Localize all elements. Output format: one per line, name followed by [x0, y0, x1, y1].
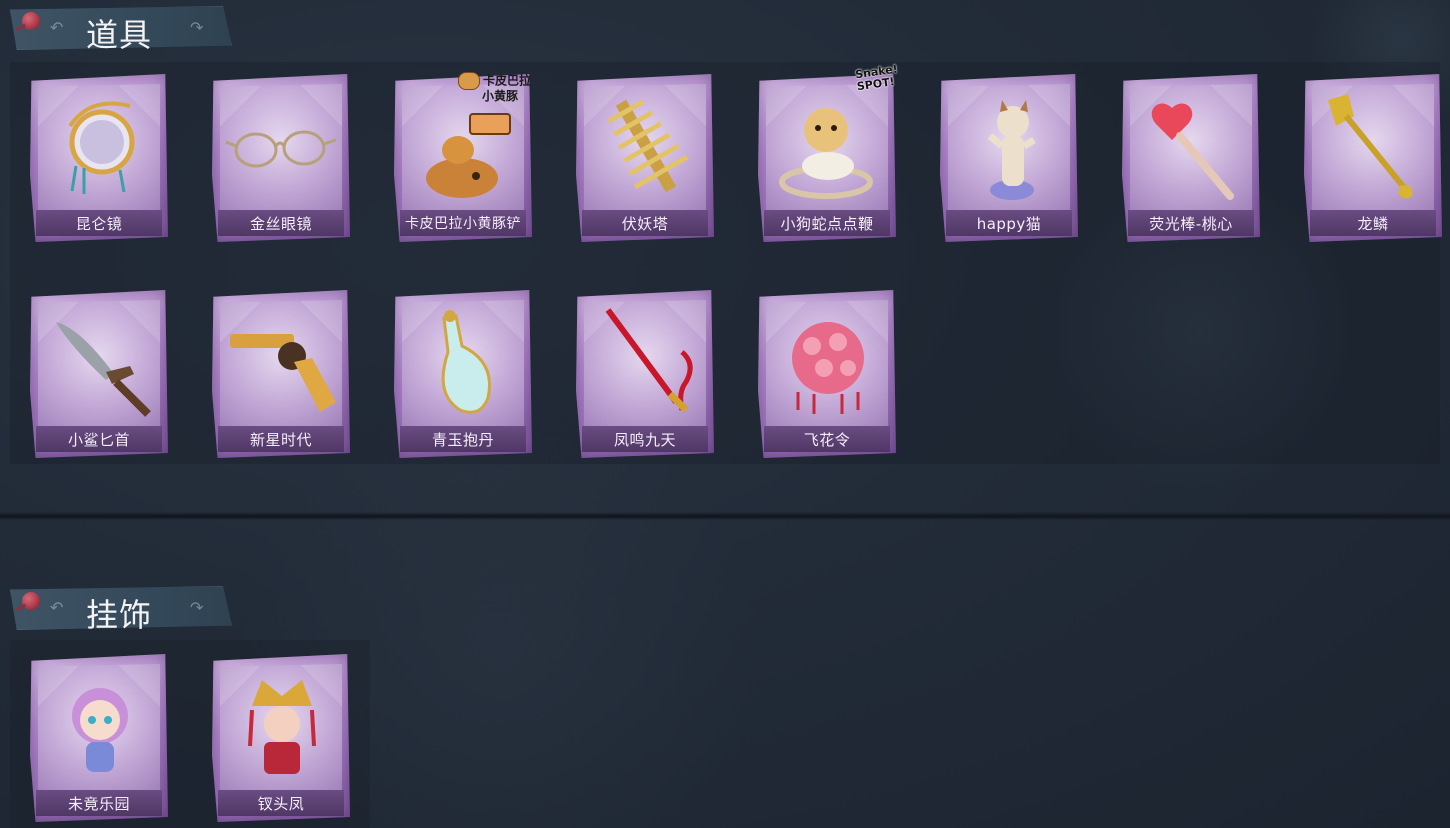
- pin-icon: [22, 592, 40, 610]
- item-card[interactable]: 昆仑镜: [30, 74, 168, 242]
- section-title: 道具: [86, 16, 153, 54]
- pagoda-icon: [607, 99, 689, 193]
- shark-dagger-icon: [56, 322, 151, 417]
- swirl-left-icon: ↶: [50, 18, 64, 37]
- swirl-left-icon: ↶: [50, 598, 64, 617]
- item-label: 未竟乐园: [67, 794, 130, 813]
- label-bar: 伏妖塔: [582, 210, 708, 236]
- label-bar: 钗头凤: [218, 790, 344, 816]
- label-bar: 小狗蛇点点鞭: [764, 210, 890, 236]
- section-header-charms: ↶ 挂饰 ↷: [10, 586, 232, 634]
- item-card[interactable]: 伏妖塔: [576, 74, 714, 242]
- item-card[interactable]: 荧光棒-桃心: [1122, 74, 1260, 242]
- section-title: 挂饰: [86, 596, 153, 634]
- item-card[interactable]: 金丝眼镜: [212, 74, 350, 242]
- pin-icon: [22, 12, 40, 30]
- label-bar: 未竟乐园: [36, 790, 162, 816]
- jade-vase-icon: [441, 310, 491, 414]
- label-bar: happy猫: [946, 210, 1072, 236]
- swirl-right-icon: ↷: [190, 598, 204, 617]
- label-bar: 凤鸣九天: [582, 426, 708, 452]
- label-bar: 金丝眼镜: [218, 210, 344, 236]
- item-label: 荧光棒-桃心: [1149, 214, 1233, 233]
- capybara-shovel-icon: [426, 113, 511, 198]
- label-bar: 青玉抱丹: [400, 426, 526, 452]
- item-card[interactable]: happy猫: [940, 74, 1078, 242]
- section-divider: [0, 512, 1450, 520]
- label-bar: 龙鳞: [1310, 210, 1436, 236]
- item-card[interactable]: 新星时代: [212, 290, 350, 458]
- item-label: 新星时代: [249, 430, 312, 449]
- item-card[interactable]: 飞花令: [758, 290, 896, 458]
- golden-spade-icon: [1328, 94, 1413, 199]
- item-label: 龙鳞: [1357, 214, 1389, 233]
- snake-whip-icon: [779, 108, 873, 199]
- item-label: 金丝眼镜: [249, 214, 312, 233]
- item-card[interactable]: Snake! SPOT! 小狗蛇点点鞭: [758, 63, 899, 242]
- capybara-badge: 卡皮巴拉 小黄豚: [458, 72, 548, 103]
- cat-figure-icon: [987, 100, 1036, 200]
- item-card[interactable]: 未竟乐园: [30, 654, 168, 822]
- label-bar: 昆仑镜: [36, 210, 162, 236]
- red-sword-icon: [605, 308, 693, 413]
- item-label: 青玉抱丹: [431, 430, 494, 449]
- item-label: 小狗蛇点点鞭: [780, 214, 874, 233]
- item-card[interactable]: 卡皮巴拉 小黄豚 卡皮巴拉小黄豚铲: [394, 72, 532, 242]
- item-card[interactable]: 龙鳞: [1304, 74, 1442, 242]
- mirror-icon: [68, 101, 135, 194]
- label-bar: 新星时代: [218, 426, 344, 452]
- capybara-face-icon: [458, 72, 480, 90]
- item-label: happy猫: [976, 214, 1042, 233]
- item-card[interactable]: 青玉抱丹: [394, 290, 532, 458]
- item-label: 昆仑镜: [75, 214, 123, 233]
- revolver-icon: [230, 334, 336, 412]
- item-label: 小鲨匕首: [67, 430, 130, 449]
- flower-lantern-icon: [792, 322, 864, 414]
- badge-text: 小黄豚: [482, 89, 519, 103]
- item-label: 飞花令: [803, 430, 851, 449]
- item-label: 钗头凤: [257, 794, 305, 813]
- section-header-props: ↶ 道具 ↷: [10, 6, 232, 54]
- item-card[interactable]: 小鲨匕首: [30, 290, 168, 458]
- swirl-right-icon: ↷: [190, 18, 204, 37]
- label-bar: 小鲨匕首: [36, 426, 162, 452]
- phoenix-crown-charm-icon: [248, 680, 316, 774]
- badge-text: 卡皮巴拉: [483, 73, 532, 88]
- item-card[interactable]: 钗头凤: [212, 654, 350, 822]
- glasses-icon: [225, 130, 337, 168]
- item-label: 卡皮巴拉小黄豚铲: [405, 216, 521, 232]
- heart-wand-icon: [1151, 103, 1234, 200]
- label-bar: 飞花令: [764, 426, 890, 452]
- item-label: 伏妖塔: [621, 214, 669, 233]
- label-bar: 荧光棒-桃心: [1128, 210, 1254, 236]
- item-label: 凤鸣九天: [613, 430, 676, 449]
- doll-charm-icon: [72, 688, 128, 772]
- label-bar: 卡皮巴拉小黄豚铲: [400, 210, 526, 236]
- item-card[interactable]: 凤鸣九天: [576, 290, 714, 458]
